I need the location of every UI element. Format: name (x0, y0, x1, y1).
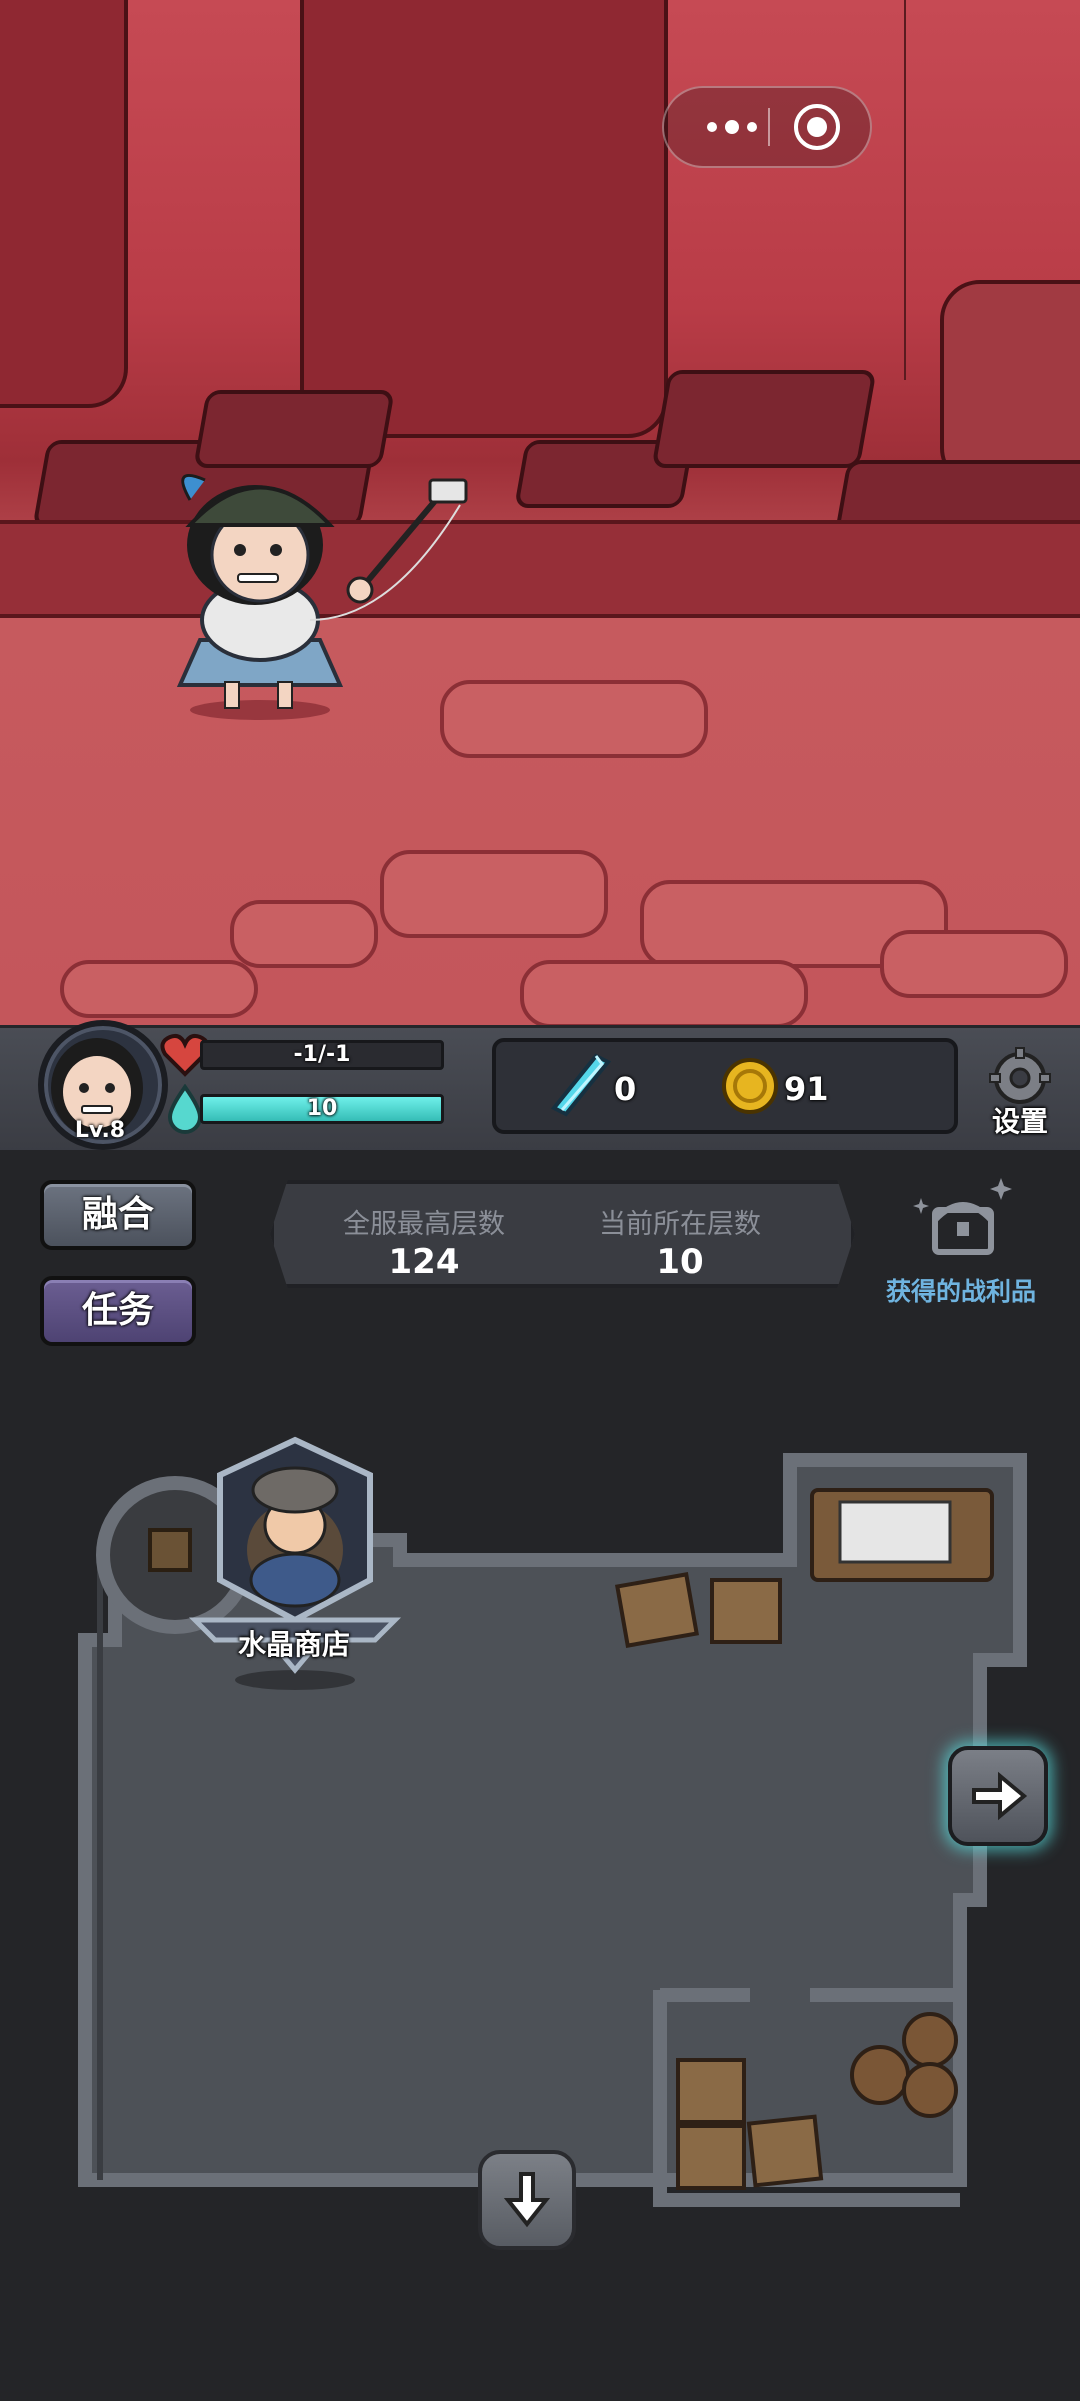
more-menu-button[interactable] (692, 88, 772, 166)
hero-character (176, 474, 468, 720)
battle-scene (0, 0, 1080, 1025)
rock-pillar (940, 280, 1080, 488)
rock-pillar (300, 0, 668, 438)
fuse-button[interactable]: 融合 (40, 1180, 196, 1250)
coin-icon (722, 1058, 778, 1114)
floor-info-panel: 全服最高层数 124 当前所在层数 10 (270, 1180, 855, 1288)
server-best-floor-label: 全服最高层数 (343, 1209, 505, 1240)
loot-button[interactable]: 获得的战利品 (876, 1272, 1046, 1308)
current-floor-label: 当前所在层数 (599, 1209, 761, 1240)
quest-button[interactable]: 任务 (40, 1276, 196, 1346)
coin-count: 91 (784, 1070, 829, 1108)
dot-icon (747, 122, 757, 132)
capsule-divider (768, 108, 770, 146)
floor-stone (380, 850, 608, 938)
crystal-shop-label: 水晶商店 (237, 1628, 350, 1661)
scene-line (904, 0, 906, 380)
current-floor-value: 10 (656, 1242, 704, 1282)
close-miniprogram-button[interactable] (794, 104, 840, 150)
hp-bar: -1/-1 (200, 1040, 444, 1070)
settings-button[interactable]: 设置 (980, 1100, 1060, 1140)
avatar-portrait (51, 1038, 143, 1138)
crystal-icon (550, 1053, 612, 1117)
floor-stone (230, 900, 378, 968)
server-best-floor-value: 124 (388, 1242, 460, 1282)
down-stairs-button[interactable] (478, 2150, 576, 2250)
floor-stone (520, 960, 808, 1025)
dungeon-map (78, 1453, 1027, 2207)
player-level: Lv.8 (74, 1118, 126, 1143)
mp-bar: 10 (200, 1094, 444, 1124)
miniprogram-capsule (662, 86, 872, 168)
dot-icon (707, 122, 717, 132)
crystal-count: 0 (614, 1070, 637, 1108)
arrow-down-icon (503, 2172, 551, 2228)
hp-text: -1/-1 (293, 1042, 351, 1067)
mp-text: 10 (306, 1096, 338, 1121)
rock-slab (651, 370, 877, 468)
rock-pillar (0, 0, 128, 408)
floor-stone (440, 680, 708, 758)
dot-icon (725, 120, 739, 134)
floor-stone (60, 960, 258, 1018)
rock-slab (193, 390, 395, 468)
arrow-right-icon (972, 1771, 1028, 1821)
next-room-button[interactable] (948, 1746, 1048, 1846)
floor-stone (880, 930, 1068, 998)
treasure-chest-icon[interactable] (905, 1170, 1015, 1270)
